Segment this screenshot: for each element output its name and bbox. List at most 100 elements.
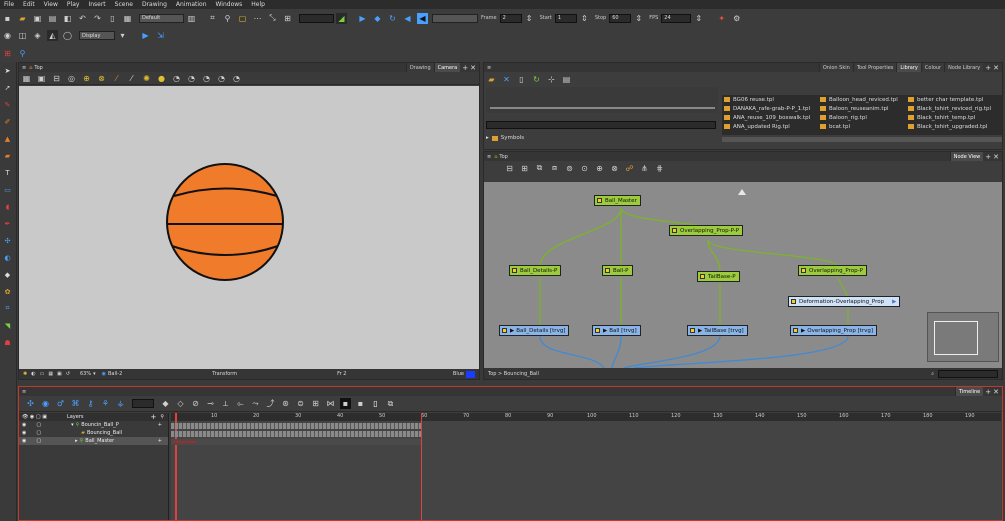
- oval-3-icon[interactable]: ◔: [201, 73, 212, 84]
- menu-edit[interactable]: Edit: [23, 1, 35, 8]
- rectangle-tool-icon[interactable]: ▭: [3, 185, 12, 194]
- collapse-arrow-icon[interactable]: ▾: [71, 422, 74, 428]
- paint-tool-icon[interactable]: ◖: [3, 202, 12, 211]
- zoom-dropdown-icon[interactable]: ▾: [93, 371, 96, 377]
- bird-icon[interactable]: ⚘: [100, 398, 111, 409]
- keyframe-4-icon[interactable]: ⊸: [205, 398, 216, 409]
- display-dropdown-icon[interactable]: ▾: [117, 30, 128, 41]
- sound-icon[interactable]: ◀: [402, 13, 413, 24]
- stop-motion-icon[interactable]: ▪: [340, 398, 351, 409]
- fps-spin-icon[interactable]: ⇕: [693, 13, 704, 24]
- loop-icon[interactable]: ↻: [387, 13, 398, 24]
- node-tool-5-icon[interactable]: ⊚: [564, 163, 575, 174]
- morph-tool-icon[interactable]: ◥: [3, 321, 12, 330]
- node-ball-p[interactable]: Ball-P: [602, 265, 633, 276]
- frame-row-2[interactable]: [171, 431, 421, 437]
- menu-help[interactable]: Help: [251, 1, 265, 8]
- reset-icon[interactable]: ↺: [66, 371, 70, 377]
- play-selection-icon[interactable]: ◆: [372, 13, 383, 24]
- keyframe-11-icon[interactable]: ⊞: [310, 398, 321, 409]
- undo-icon[interactable]: ↶: [77, 13, 88, 24]
- node-tailbase-trvg[interactable]: ▶ TailBase [trvg]: [687, 325, 748, 336]
- hand-tool-icon[interactable]: ☗: [3, 338, 12, 347]
- zoom-value[interactable]: 63%: [80, 371, 91, 377]
- layer-lock-icon[interactable]: ▢: [36, 430, 41, 436]
- library-tree-icon[interactable]: ⊹: [546, 74, 557, 85]
- lock-icon[interactable]: ⊞: [282, 13, 293, 24]
- colour-picker-icon[interactable]: ◢: [336, 12, 347, 24]
- node-tool-11-icon[interactable]: ⋕: [654, 163, 665, 174]
- keyframe-markers[interactable]: [173, 441, 197, 443]
- panel-menu-icon[interactable]: ≡: [22, 65, 26, 71]
- node-tool-2-icon[interactable]: ⊞: [519, 163, 530, 174]
- fps-field[interactable]: 24: [661, 13, 692, 23]
- select-tool-icon[interactable]: ➤: [3, 66, 12, 75]
- menu-drawing[interactable]: Drawing: [142, 1, 167, 8]
- bulb-icon[interactable]: ✺: [141, 73, 152, 84]
- step-icon[interactable]: ⇲: [155, 30, 166, 41]
- layer-lock-icon[interactable]: ▢: [36, 438, 41, 444]
- keyframe-7-icon[interactable]: ⤳: [250, 398, 261, 409]
- timeline-stop-marker[interactable]: [421, 413, 422, 520]
- frame-dot-icon[interactable]: ▪: [355, 398, 366, 409]
- drawing-mode-icon[interactable]: ◫: [17, 30, 28, 41]
- start-field[interactable]: 1: [554, 13, 577, 23]
- frame-field[interactable]: 2: [499, 13, 522, 23]
- node-ball-master[interactable]: Ball_Master: [594, 195, 641, 206]
- render-icon[interactable]: ◯: [62, 30, 73, 41]
- node-overlapping-prop-trvg[interactable]: ▶ Overlapping_Prop [trvg]: [790, 325, 878, 336]
- dropper-tool-icon[interactable]: ✒: [3, 219, 12, 228]
- save-as-icon[interactable]: ▤: [47, 13, 58, 24]
- node-tool-4-icon[interactable]: ⧈: [549, 163, 560, 174]
- light-table-icon[interactable]: ◭: [47, 30, 58, 41]
- new-icon[interactable]: ▪: [2, 13, 13, 24]
- keyframe-2-icon[interactable]: ◇: [175, 398, 186, 409]
- trash-icon[interactable]: ▯: [107, 13, 118, 24]
- layer-visibility-icons[interactable]: 👁 ◉ ▢ ▣: [22, 414, 47, 420]
- contour-tool-icon[interactable]: ➚: [3, 83, 12, 92]
- keyframe-12-icon[interactable]: ⋈: [325, 398, 336, 409]
- timeline-frames[interactable]: 10 20 30 40 50 60 70 80 90 100 110 120 1…: [171, 413, 1001, 520]
- node-tool-1-icon[interactable]: ⊟: [504, 163, 515, 174]
- colour-swatch-icon[interactable]: ●: [156, 73, 167, 84]
- node-navigator[interactable]: [927, 312, 999, 362]
- transform-tool-icon[interactable]: ✣: [3, 236, 12, 245]
- forward-icon[interactable]: ▶: [140, 30, 151, 41]
- record-icon[interactable]: ◉: [2, 30, 13, 41]
- frame-options-icon[interactable]: ⧉: [385, 398, 396, 409]
- stop-spin-icon[interactable]: ⇕: [633, 13, 644, 24]
- node-overlapping-prop-pp[interactable]: Overlapping_Prop-P-P: [669, 225, 744, 236]
- search-icon[interactable]: ⌕: [931, 371, 934, 377]
- layer-enable-icon[interactable]: ◉: [22, 430, 26, 436]
- curve-icon[interactable]: ⌘: [70, 398, 81, 409]
- menu-windows[interactable]: Windows: [216, 1, 243, 8]
- library-x-icon[interactable]: ✕: [501, 74, 512, 85]
- oval-2-icon[interactable]: ◔: [186, 73, 197, 84]
- library-list-scrollbar[interactable]: [722, 137, 1002, 142]
- pencil-icon[interactable]: ⁄: [126, 73, 137, 84]
- node-tool-9-icon[interactable]: ☍: [624, 163, 635, 174]
- frame-icon[interactable]: ▭: [40, 371, 45, 377]
- template-item[interactable]: BG06 reuse.tpl: [724, 95, 819, 104]
- close-panel-icon[interactable]: ✕: [470, 64, 476, 72]
- onion-skin-icon[interactable]: ◎: [66, 73, 77, 84]
- oval-5-icon[interactable]: ◔: [231, 73, 242, 84]
- text-tool-icon[interactable]: T: [3, 168, 12, 177]
- menu-view[interactable]: View: [44, 1, 58, 8]
- node-tool-10-icon[interactable]: ⋔: [639, 163, 650, 174]
- template-item[interactable]: ANA_reuse_109_boxwalk.tpl: [724, 113, 819, 122]
- menu-file[interactable]: File: [4, 1, 14, 8]
- layer-colour-select[interactable]: [132, 399, 154, 408]
- template-item[interactable]: Balloon_head_reviced.tpl: [820, 95, 908, 104]
- workspace-select[interactable]: Default: [139, 13, 184, 23]
- layer-lock-icon[interactable]: ▢: [36, 422, 41, 428]
- node-ball-details-p[interactable]: Ball_Details-P: [509, 265, 562, 276]
- keyframe-8-icon[interactable]: ⤴: [265, 398, 276, 409]
- bone-tool-icon[interactable]: ◆: [3, 270, 12, 279]
- onion-icon[interactable]: ◐: [31, 371, 35, 377]
- camera-canvas[interactable]: [19, 86, 479, 369]
- collapse-arrow-icon[interactable]: ▸: [75, 438, 78, 444]
- library-folder-icon[interactable]: ▰: [486, 74, 497, 85]
- library-search-input[interactable]: [486, 121, 716, 129]
- import-icon[interactable]: ◧: [62, 13, 73, 24]
